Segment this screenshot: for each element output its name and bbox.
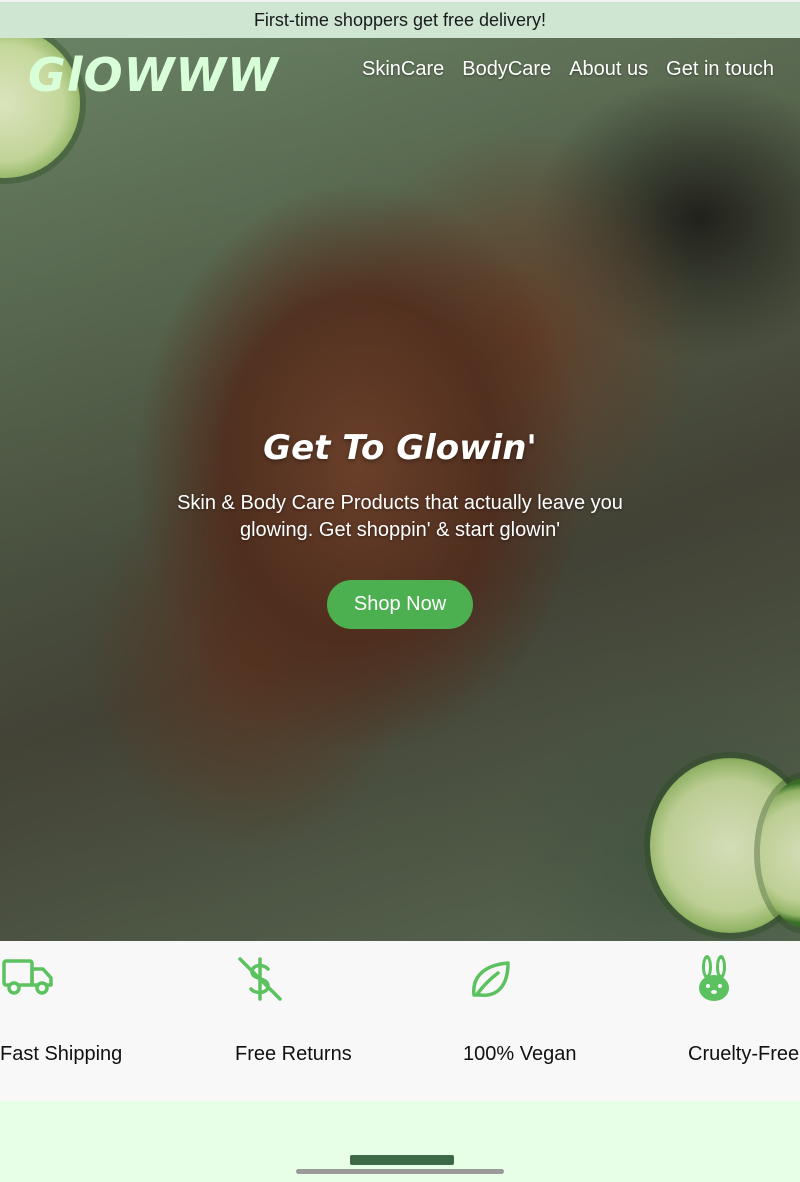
feature-label: Cruelty-Free <box>688 1043 800 1065</box>
feature-free-returns: Free Returns <box>230 941 430 1101</box>
nav-bodycare[interactable]: BodyCare <box>462 58 551 81</box>
main-nav: SkinCare BodyCare About us Get in touch <box>362 58 774 81</box>
hero-content: Get To Glowin' Skin & Body Care Products… <box>0 428 800 629</box>
leaf-icon <box>472 961 510 997</box>
features-strip: Fast Shipping Free Returns 100% Vegan Cr… <box>0 941 800 1101</box>
hero-subtitle: Skin & Body Care Products that actually … <box>177 492 623 541</box>
feature-label: 100% Vegan <box>463 1043 577 1065</box>
feature-label: Fast Shipping <box>0 1043 123 1065</box>
nav-skincare[interactable]: SkinCare <box>362 58 444 81</box>
bunny-icon <box>699 955 729 1001</box>
announcement-text: First-time shoppers get free delivery! <box>253 9 547 30</box>
shop-now-button[interactable]: Shop Now <box>326 580 474 629</box>
section-heading-peek <box>350 1155 454 1165</box>
hero-section: GlOWWW SkinCare BodyCare About us Get in… <box>0 38 800 941</box>
feature-label: Free Returns <box>235 1043 352 1065</box>
brand-logo[interactable]: GlOWWW <box>28 48 279 102</box>
nav-get-in-touch[interactable]: Get in touch <box>666 58 774 81</box>
hero-title: Get To Glowin' <box>263 428 537 468</box>
feature-cruelty-free: Cruelty-Free <box>688 941 800 1101</box>
home-indicator[interactable] <box>296 1169 504 1174</box>
feature-fast-shipping: Fast Shipping <box>0 941 200 1101</box>
announcement-bar: First-time shoppers get free delivery! <box>0 0 800 38</box>
nav-about-us[interactable]: About us <box>569 58 648 81</box>
no-dollar-icon <box>238 957 282 1001</box>
feature-vegan: 100% Vegan <box>460 941 660 1101</box>
truck-icon <box>2 959 53 995</box>
